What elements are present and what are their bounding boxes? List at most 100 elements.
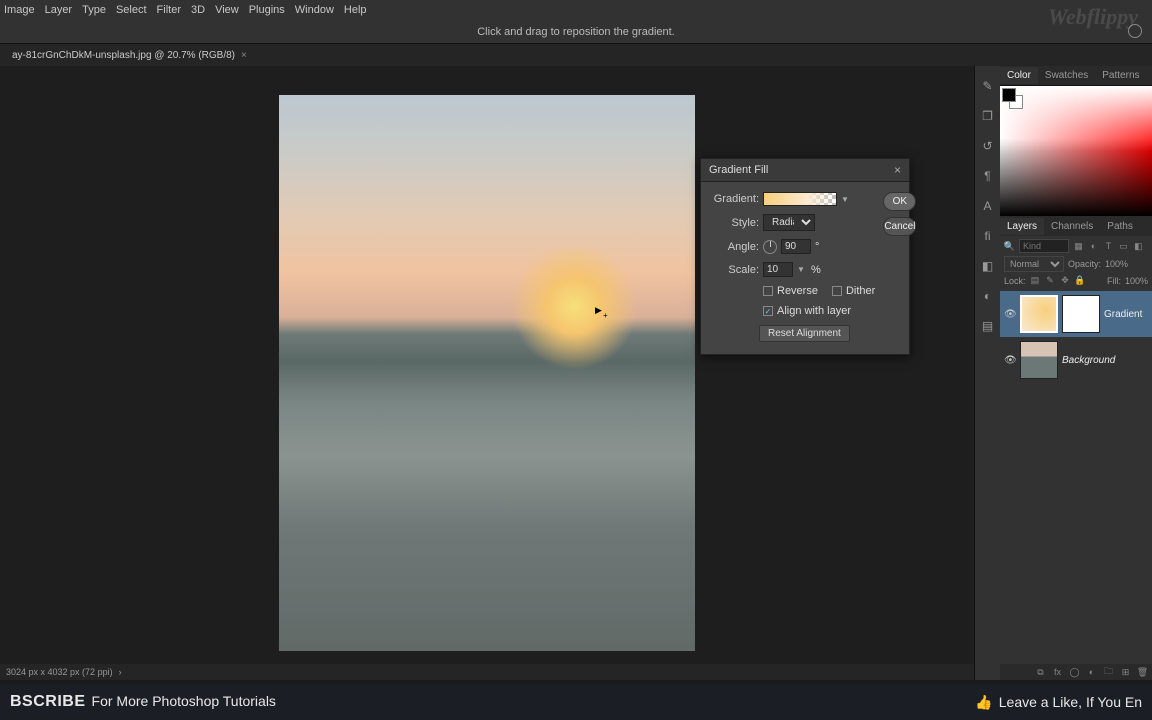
filter-shape-icon[interactable]: ▭	[1118, 241, 1129, 252]
fx-icon[interactable]: fx	[1052, 667, 1063, 678]
lock-all-icon[interactable]: 🔒	[1075, 275, 1086, 286]
lock-pixels-icon[interactable]: ✎	[1045, 275, 1056, 286]
clone-icon[interactable]: ❐	[980, 108, 996, 124]
layer-mask-thumb[interactable]	[1062, 295, 1100, 333]
foreground-swatch[interactable]	[1002, 88, 1016, 102]
angle-input[interactable]	[781, 239, 811, 254]
gradient-preview[interactable]	[763, 192, 837, 206]
menu-filter[interactable]: Filter	[157, 4, 181, 16]
layer-thumb[interactable]	[1020, 341, 1058, 379]
filter-type-icon[interactable]: T	[1103, 241, 1114, 252]
dither-checkbox[interactable]: Dither	[832, 285, 875, 297]
history-icon[interactable]: ↺	[980, 138, 996, 154]
menu-bar: Image Layer Type Select Filter 3D View P…	[0, 0, 1152, 20]
link-icon[interactable]: ⧉	[1035, 667, 1046, 678]
angle-label: Angle:	[709, 241, 759, 253]
canvas-image	[279, 95, 695, 651]
layer-name: Gradient	[1104, 309, 1142, 320]
filter-smart-icon[interactable]: ◧	[1133, 241, 1144, 252]
ok-button[interactable]: OK	[883, 192, 916, 211]
adjustments-icon[interactable]: ◐	[980, 288, 996, 304]
brush-icon[interactable]: ✎	[980, 78, 996, 94]
scale-input[interactable]	[763, 262, 793, 277]
scale-label: Scale:	[709, 264, 759, 276]
lock-transparent-icon[interactable]: ▤	[1030, 275, 1041, 286]
adjustment-icon[interactable]: ◐	[1086, 667, 1097, 678]
document-tab[interactable]: ay-81crGnChDkM-unsplash.jpg @ 20.7% (RGB…	[2, 47, 257, 64]
tab-color[interactable]: Color	[1000, 67, 1038, 84]
opacity-value[interactable]: 100%	[1105, 259, 1128, 269]
close-icon[interactable]: ×	[241, 50, 247, 61]
layer-list: 👁 Gradient 👁 Background	[1000, 289, 1152, 664]
style-select[interactable]: Radial	[763, 214, 815, 231]
search-icon[interactable]: 🔍	[1004, 241, 1015, 252]
side-tool-strip: ✎ ❐ ↺ ¶ A fi ◧ ◐ ▤	[974, 66, 1000, 680]
angle-dial[interactable]	[763, 240, 777, 254]
align-checkbox[interactable]: ✓Align with layer	[763, 305, 851, 317]
new-layer-icon[interactable]: ⊞	[1120, 667, 1131, 678]
chevron-down-icon[interactable]: ▼	[797, 265, 807, 274]
close-icon[interactable]: ×	[894, 163, 901, 177]
fill-value[interactable]: 100%	[1125, 276, 1148, 286]
filter-pixel-icon[interactable]: ▦	[1073, 241, 1084, 252]
dialog-titlebar[interactable]: Gradient Fill ×	[701, 159, 909, 182]
layer-name: Background	[1062, 355, 1115, 366]
tab-patterns[interactable]: Patterns	[1095, 67, 1146, 84]
visibility-icon[interactable]: 👁	[1004, 309, 1016, 320]
swatch-icon[interactable]: ◧	[980, 258, 996, 274]
status-arrow-icon[interactable]: ›	[119, 667, 122, 677]
like-text: Leave a Like, If You En	[999, 694, 1142, 710]
menu-layer[interactable]: Layer	[45, 4, 73, 16]
layer-row[interactable]: 👁 Gradient	[1000, 291, 1152, 337]
filter-adjust-icon[interactable]: ◐	[1088, 241, 1099, 252]
tab-paths[interactable]: Paths	[1100, 218, 1140, 235]
style-label: Style:	[709, 217, 759, 229]
layer-thumb[interactable]	[1020, 295, 1058, 333]
color-picker[interactable]	[1000, 86, 1152, 216]
tab-layers[interactable]: Layers	[1000, 218, 1044, 235]
reverse-checkbox[interactable]: Reverse	[763, 285, 818, 297]
trash-icon[interactable]: 🗑	[1137, 667, 1148, 678]
menu-plugins[interactable]: Plugins	[249, 4, 285, 16]
status-bar: 3024 px x 4032 px (72 ppi) ›	[0, 664, 974, 680]
right-panels: Color Swatches Patterns Layers Channels …	[1000, 66, 1152, 680]
tab-channels[interactable]: Channels	[1044, 218, 1100, 235]
menu-help[interactable]: Help	[344, 4, 367, 16]
document-tab-label: ay-81crGnChDkM-unsplash.jpg @ 20.7% (RGB…	[12, 50, 235, 61]
blend-mode-select[interactable]: Normal	[1004, 256, 1064, 272]
kind-filter-input[interactable]	[1019, 239, 1069, 253]
scale-unit: %	[811, 264, 821, 276]
cancel-button[interactable]: Cancel	[883, 217, 916, 236]
dialog-title: Gradient Fill	[709, 164, 768, 176]
menu-window[interactable]: Window	[295, 4, 334, 16]
glyph-icon[interactable]: fi	[980, 228, 996, 244]
type-icon[interactable]: A	[980, 198, 996, 214]
cursor-icon	[595, 305, 605, 315]
opacity-label: Opacity:	[1068, 259, 1101, 269]
layer-row[interactable]: 👁 Background	[1000, 337, 1152, 383]
layers-panel-tabs: Layers Channels Paths	[1000, 216, 1152, 236]
user-icon[interactable]	[1128, 24, 1142, 38]
folder-icon[interactable]: 🗀	[1103, 667, 1114, 678]
layers-footer: ⧉ fx ◯ ◐ 🗀 ⊞ 🗑	[1000, 664, 1152, 680]
options-bar: Click and drag to reposition the gradien…	[0, 20, 1152, 44]
fill-label: Fill:	[1107, 276, 1121, 286]
menu-view[interactable]: View	[215, 4, 239, 16]
visibility-icon[interactable]: 👁	[1004, 355, 1016, 366]
subscribe-bold: BSCRIBE	[10, 693, 86, 711]
lock-position-icon[interactable]: ✥	[1060, 275, 1071, 286]
menu-image[interactable]: Image	[4, 4, 35, 16]
paragraph-icon[interactable]: ¶	[980, 168, 996, 184]
angle-unit: °	[815, 241, 819, 253]
mask-icon[interactable]: ◯	[1069, 667, 1080, 678]
document-tab-bar: ay-81crGnChDkM-unsplash.jpg @ 20.7% (RGB…	[0, 44, 1152, 66]
thumbs-up-icon: 👍	[975, 694, 992, 711]
menu-select[interactable]: Select	[116, 4, 147, 16]
menu-type[interactable]: Type	[82, 4, 106, 16]
library-icon[interactable]: ▤	[980, 318, 996, 334]
chevron-down-icon[interactable]: ▼	[841, 195, 851, 204]
menu-3d[interactable]: 3D	[191, 4, 205, 16]
gradient-label: Gradient:	[709, 193, 759, 205]
reset-alignment-button[interactable]: Reset Alignment	[759, 325, 850, 342]
tab-swatches[interactable]: Swatches	[1038, 67, 1095, 84]
